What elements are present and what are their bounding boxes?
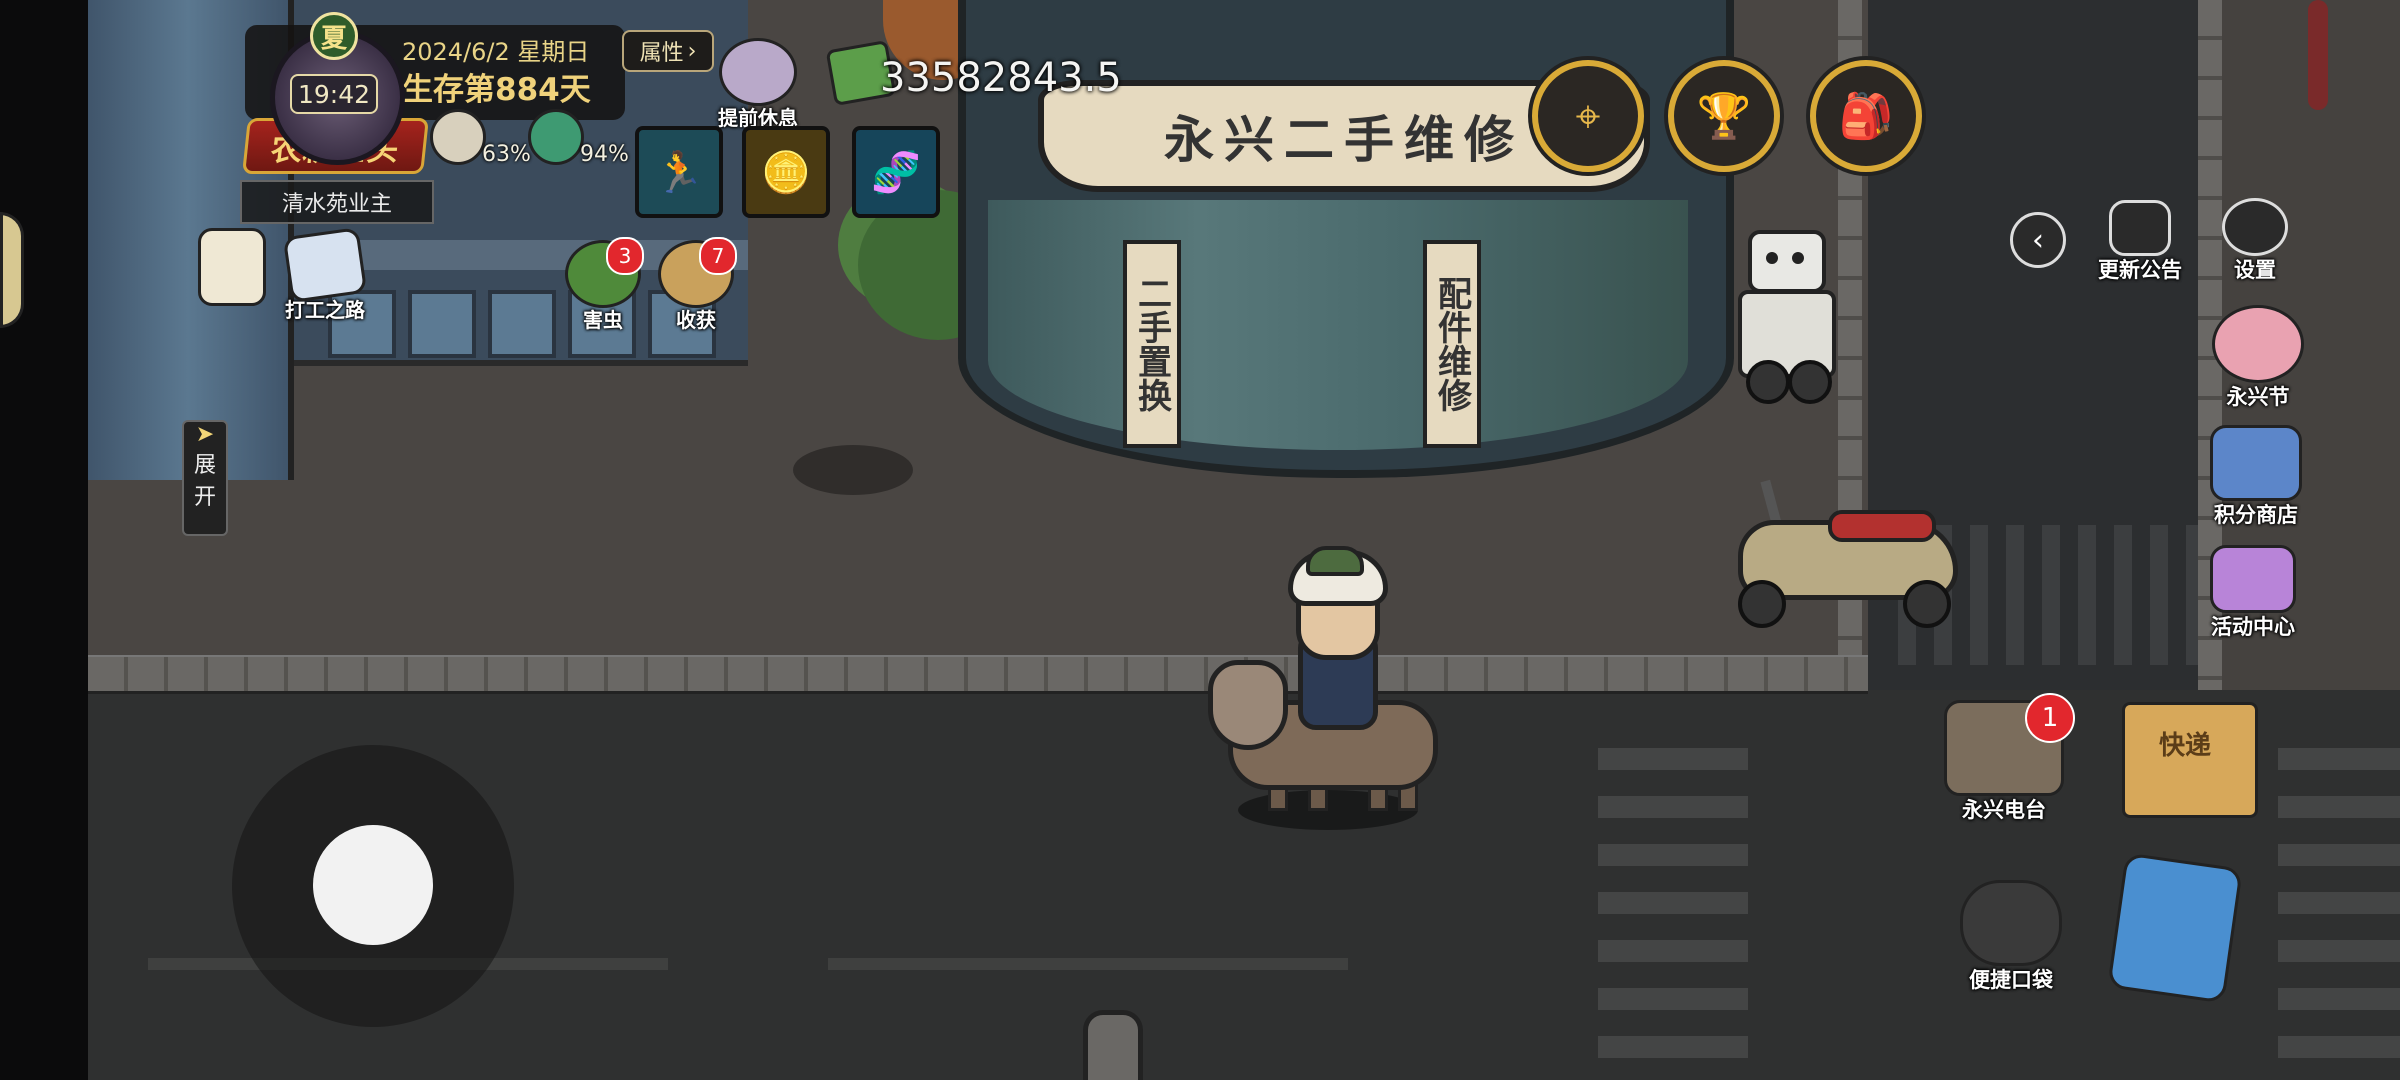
tasks-button[interactable] xyxy=(198,228,266,306)
backpack-button[interactable]: 🎒 xyxy=(1810,60,1922,172)
harvest-label: 收获 xyxy=(676,308,716,332)
arrow-right-icon: ➤ xyxy=(195,422,215,447)
rest-early-button[interactable]: 提前休息 xyxy=(718,38,798,131)
package-box-icon: 快递 xyxy=(2122,702,2258,818)
festival-label: 永兴节 xyxy=(2226,385,2290,409)
money-amount: 33582843.5 xyxy=(880,55,1122,101)
trophy-icon: 🏆 xyxy=(1696,91,1752,142)
run-ability[interactable]: 🏃 xyxy=(635,126,723,218)
video-play-icon xyxy=(2210,545,2296,613)
map-pin-icon: ⌖ xyxy=(1575,90,1601,142)
dna-icon: 🧬 xyxy=(871,149,921,196)
expand-label-2: 开 xyxy=(193,485,216,510)
hunger-stat[interactable]: 63% xyxy=(430,106,531,167)
radio-button[interactable]: 1 永兴电台 xyxy=(1944,693,2075,824)
coins-ability[interactable]: 🪙 xyxy=(742,126,830,218)
survival-days: 生存第884天 xyxy=(402,72,591,108)
collapse-menu-button[interactable]: ‹ xyxy=(2010,212,2066,268)
owner-title: 清水苑业主 xyxy=(240,180,434,224)
event-center-button[interactable]: 活动中心 xyxy=(2210,545,2296,641)
shop-stall-icon xyxy=(2210,425,2302,501)
phone-icon xyxy=(2107,852,2243,1004)
festival-button[interactable]: 永兴节 xyxy=(2212,305,2304,411)
medicine-icon xyxy=(528,108,584,165)
settings-label: 设置 xyxy=(2234,258,2276,282)
notice-icon xyxy=(2109,200,2171,256)
settings-button[interactable]: 设置 xyxy=(2222,198,2288,284)
expand-label-1: 展 xyxy=(193,453,216,478)
hunger-value: 63% xyxy=(482,142,531,167)
harvest-button[interactable]: 7 收获 xyxy=(658,237,737,333)
hud: 夏 19:42 2024/6/2 星期日 生存第884天 属性 › 农耕巨头 6… xyxy=(0,0,2400,1080)
belt-bag-icon xyxy=(1960,880,2062,966)
left-edge-tab[interactable] xyxy=(0,212,24,328)
delivery-button[interactable]: 快递 xyxy=(2122,702,2258,818)
pests-button[interactable]: 3 害虫 xyxy=(565,237,644,333)
clipboard-icon xyxy=(198,228,266,306)
pocket-label: 便捷口袋 xyxy=(1969,968,2053,992)
tv-icon: 1 xyxy=(1944,693,2075,796)
pocket-button[interactable]: 便捷口袋 xyxy=(1960,880,2062,994)
event-center-label: 活动中心 xyxy=(2211,615,2295,639)
clock-time: 19:42 xyxy=(290,74,378,114)
attributes-label: 属性 xyxy=(639,41,684,66)
work-road-button[interactable]: 打工之路 xyxy=(282,227,368,323)
radio-badge: 1 xyxy=(2025,693,2075,743)
chevron-left-icon: ‹ xyxy=(2032,222,2044,258)
points-shop-button[interactable]: 积分商店 xyxy=(2210,425,2302,529)
food-icon xyxy=(430,108,486,165)
notebook-icon xyxy=(282,227,368,303)
bed-icon xyxy=(719,38,797,106)
health-value: 94% xyxy=(580,142,629,167)
cake-icon xyxy=(2212,305,2304,383)
game-screen: 永兴二手维修 二手置换 配件维修 夏 19:42 2024/6/2 星期日 生存… xyxy=(0,0,2400,1080)
radio-label: 永兴电台 xyxy=(1962,798,2046,822)
pest-icon: 3 xyxy=(565,237,644,308)
run-icon: 🏃 xyxy=(654,149,704,196)
chevron-right-icon: › xyxy=(687,38,697,64)
backpack-icon: 🎒 xyxy=(1838,91,1894,142)
pests-badge: 3 xyxy=(606,237,644,275)
trophy-button[interactable]: 🏆 xyxy=(1668,60,1780,172)
delivery-label: 快递 xyxy=(2159,731,2212,761)
attributes-button[interactable]: 属性 › xyxy=(622,30,714,72)
phone-button[interactable] xyxy=(2107,852,2243,1004)
map-button[interactable]: ⌖ xyxy=(1532,60,1644,172)
gear-icon xyxy=(2222,198,2288,256)
expand-button[interactable]: ➤ 展 开 xyxy=(182,420,228,536)
update-notice-label: 更新公告 xyxy=(2098,258,2182,282)
coin-stack-icon: 🪙 xyxy=(761,149,811,196)
dna-ability[interactable]: 🧬 xyxy=(852,126,940,218)
date-text: 2024/6/2 星期日 xyxy=(402,38,590,66)
harvest-badge: 7 xyxy=(699,237,737,275)
joystick-thumb[interactable] xyxy=(313,825,433,945)
pests-label: 害虫 xyxy=(583,308,623,332)
points-shop-label: 积分商店 xyxy=(2214,503,2298,527)
health-stat[interactable]: 94% xyxy=(528,106,629,167)
update-notice-button[interactable]: 更新公告 xyxy=(2098,200,2182,284)
harvest-hand-icon: 7 xyxy=(658,237,737,308)
season-badge: 夏 xyxy=(310,12,358,60)
